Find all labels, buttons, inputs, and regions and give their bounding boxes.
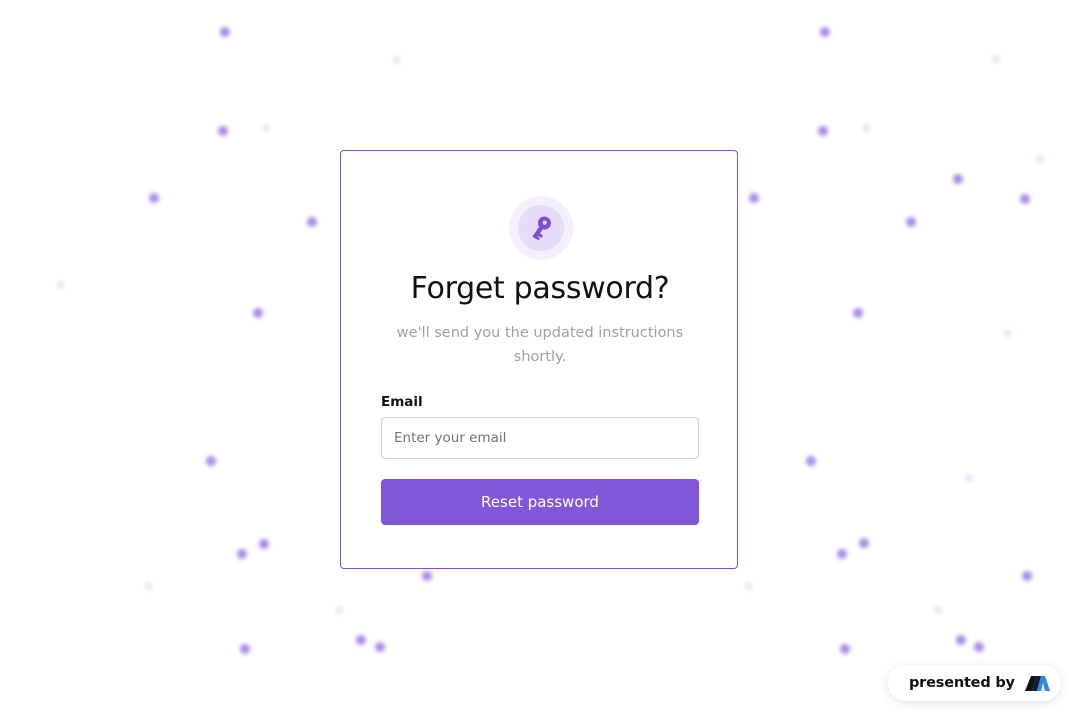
email-label: Email <box>381 394 423 410</box>
background-dot <box>375 642 385 652</box>
background-dot <box>356 635 366 645</box>
presented-by-badge[interactable]: presented by <box>888 665 1061 701</box>
background-dot <box>253 308 263 318</box>
background-dot <box>237 549 247 559</box>
background-dot <box>240 644 250 654</box>
background-dot <box>1036 155 1044 163</box>
background-dot <box>859 538 869 548</box>
background-dot <box>818 126 828 136</box>
background-dot <box>422 571 432 581</box>
background-dot <box>749 193 759 203</box>
background-dot <box>335 606 343 614</box>
key-icon-badge <box>509 196 573 260</box>
background-dot <box>965 474 973 482</box>
background-dot <box>218 126 228 136</box>
background-dot <box>840 644 850 654</box>
page-background: Forget password? we'll send you the upda… <box>0 0 1080 720</box>
background-dot <box>57 281 65 289</box>
background-dot <box>853 308 863 318</box>
background-dot <box>259 539 269 549</box>
background-dot <box>220 27 230 37</box>
brand-logo-icon <box>1024 674 1051 692</box>
background-dot <box>307 217 317 227</box>
background-dot <box>1003 329 1011 337</box>
background-dot <box>953 174 963 184</box>
background-dot <box>956 635 966 645</box>
background-dot <box>934 606 942 614</box>
email-input[interactable] <box>381 417 699 459</box>
reset-password-button[interactable]: Reset password <box>381 479 699 525</box>
background-dot <box>806 456 816 466</box>
key-icon <box>527 214 555 242</box>
background-dot <box>1020 194 1030 204</box>
page-subtitle: we'll send you the updated instructions … <box>396 325 684 365</box>
background-dot <box>820 27 830 37</box>
page-title: Forget password? <box>410 271 670 306</box>
background-dot <box>992 55 1000 63</box>
key-icon-circle <box>518 205 564 251</box>
background-dot <box>149 193 159 203</box>
background-dot <box>206 456 216 466</box>
background-dot <box>145 582 153 590</box>
forgot-password-card: Forget password? we'll send you the upda… <box>340 150 738 569</box>
presented-by-text: presented by <box>909 675 1015 691</box>
background-dot <box>906 217 916 227</box>
background-dot <box>745 582 753 590</box>
background-dot <box>837 549 847 559</box>
background-dot <box>393 56 401 64</box>
background-dot <box>862 124 870 132</box>
background-dot <box>262 124 270 132</box>
background-dot <box>1022 571 1032 581</box>
background-dot <box>974 642 984 652</box>
